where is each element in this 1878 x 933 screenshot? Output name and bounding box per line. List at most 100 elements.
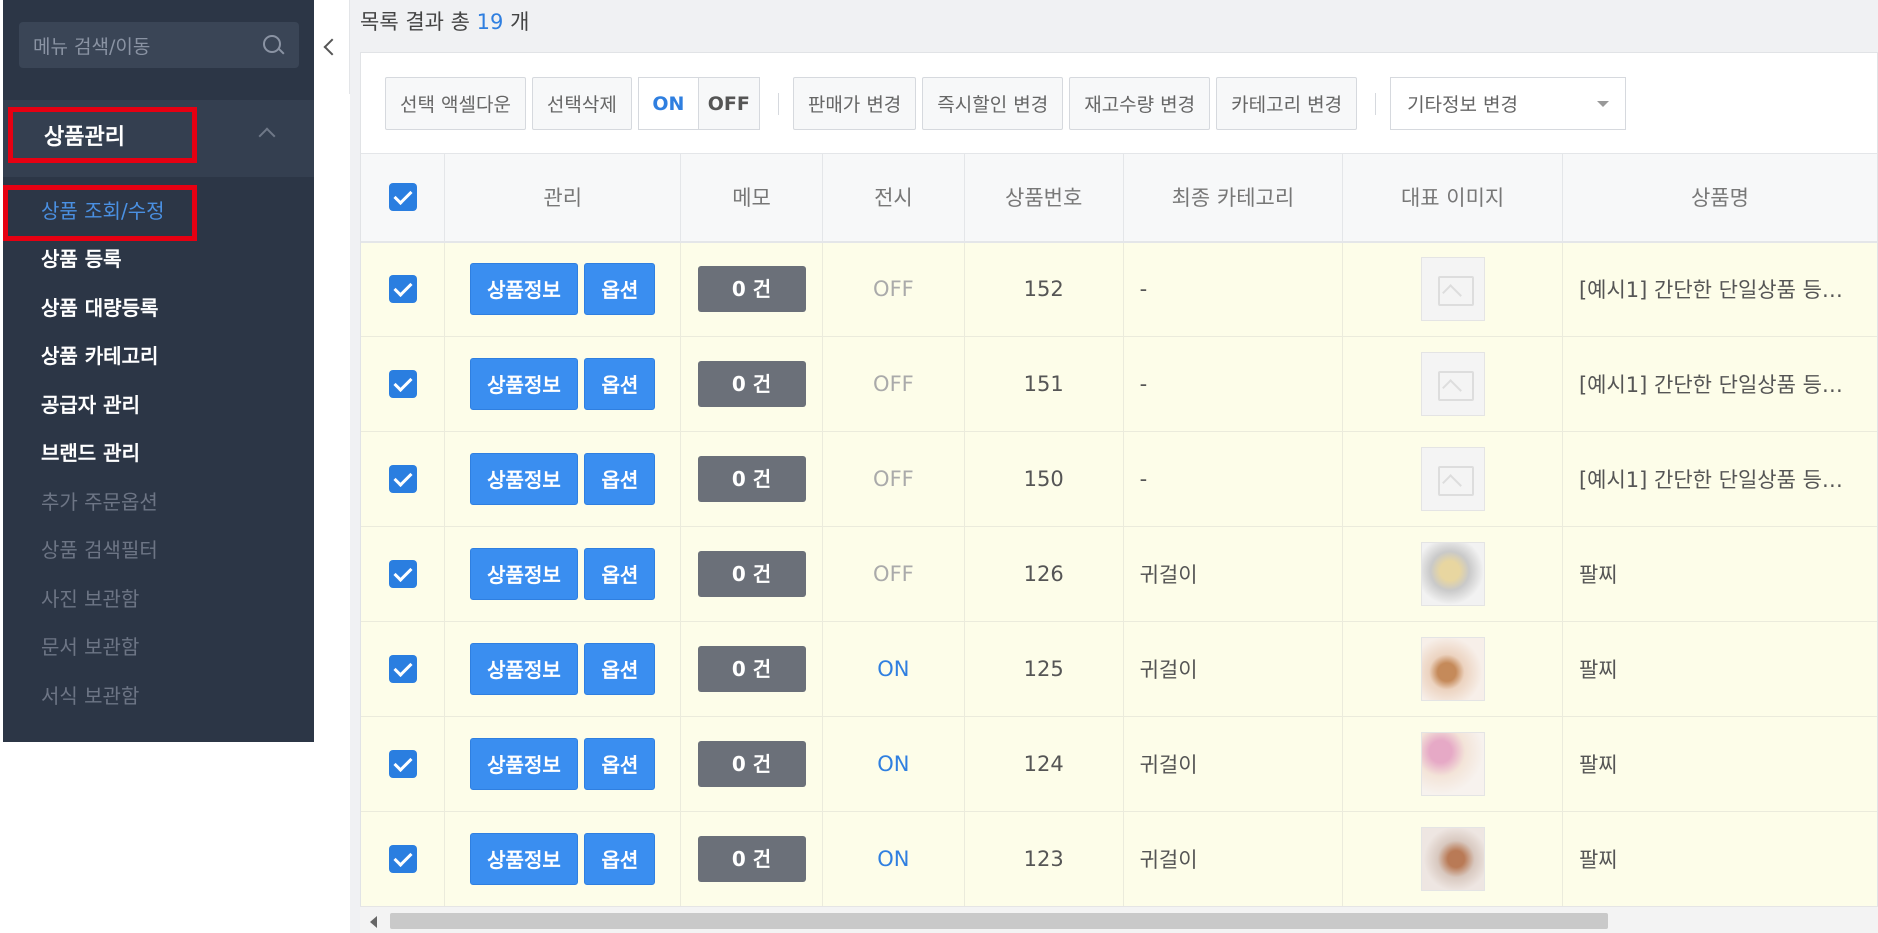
row-manage-cell: 상품정보 옵션 — [444, 621, 682, 717]
memo-button[interactable]: 0 건 — [697, 551, 806, 597]
product-thumbnail[interactable] — [1420, 257, 1485, 322]
option-button[interactable]: 옵션 — [584, 833, 656, 885]
product-info-button[interactable]: 상품정보 — [470, 548, 578, 600]
other-info-select[interactable]: 기타정보 변경 — [1390, 77, 1627, 130]
row-product-name[interactable]: 팔찌 — [1562, 716, 1877, 812]
horizontal-scrollbar[interactable] — [360, 906, 1878, 933]
row-memo-cell: 0 건 — [680, 811, 823, 907]
row-product-number: 123 — [964, 811, 1124, 907]
sidebar-item-label: 상품 등록 — [41, 247, 122, 272]
submenu: 상품 조회/수정상품 등록상품 대량등록상품 카테고리공급자 관리 브랜드 관리 추… — [3, 185, 314, 719]
row-select-cell — [361, 811, 446, 907]
product-thumbnail[interactable] — [1420, 732, 1485, 796]
change-price-button[interactable]: 판매가 변경 — [792, 77, 917, 130]
product-thumbnail[interactable] — [1420, 447, 1485, 511]
option-button[interactable]: 옵션 — [584, 263, 656, 316]
sidebar-item-2[interactable]: 상품 대량등록 — [3, 282, 314, 331]
header-image: 대표 이미지 — [1342, 153, 1563, 243]
product-info-button[interactable]: 상품정보 — [470, 738, 578, 790]
sidebar-item-3[interactable]: 상품 카테고리 — [3, 331, 314, 380]
row-product-name[interactable]: [예시1] 간단한 단일상품 등… — [1562, 431, 1877, 527]
product-list-panel: 선택 액셀다운 선택삭제 ON OFF 판매가 변경 즉시할인 변경 재고수량 … — [360, 52, 1878, 933]
row-checkbox[interactable] — [388, 370, 417, 398]
product-thumbnail[interactable] — [1420, 637, 1485, 701]
row-image-cell — [1342, 526, 1563, 622]
header-category: 최종 카테고리 — [1123, 153, 1344, 243]
row-product-name[interactable]: [예시1] 간단한 단일상품 등… — [1562, 336, 1877, 432]
row-checkbox[interactable] — [388, 560, 417, 588]
header-display: 전시 — [822, 153, 965, 243]
search-icon[interactable] — [261, 33, 285, 57]
sidebar-item-label: 사진 보관함 — [41, 586, 140, 611]
memo-button[interactable]: 0 건 — [697, 361, 806, 407]
row-product-name[interactable]: 팔찌 — [1562, 526, 1877, 622]
row-manage-cell: 상품정보 옵션 — [444, 241, 682, 337]
sidebar-item-6[interactable]: 추가 주문옵션 — [3, 476, 314, 525]
memo-button[interactable]: 0 건 — [697, 836, 806, 882]
display-off-button[interactable]: OFF — [698, 77, 760, 130]
excel-download-button[interactable]: 선택 액셀다운 — [385, 77, 526, 130]
product-thumbnail[interactable] — [1420, 827, 1485, 891]
scroll-left-icon[interactable] — [370, 916, 377, 928]
sidebar-item-0[interactable]: 상품 조회/수정 — [3, 185, 314, 241]
row-checkbox[interactable] — [388, 750, 417, 778]
main-content: 목록 결과 총 19 개 선택 액셀다운 선택삭제 ON OFF 판매가 변경 … — [350, 0, 1878, 933]
table-row: 상품정보 옵션 0 건 ON 124 귀걸이 팔찌 — [361, 716, 1877, 812]
sidebar-item-5[interactable]: 브랜드 관리 — [3, 428, 314, 477]
row-checkbox[interactable] — [388, 465, 417, 493]
toolbar: 선택 액셀다운 선택삭제 ON OFF 판매가 변경 즉시할인 변경 재고수량 … — [385, 77, 1627, 130]
display-on-button[interactable]: ON — [637, 77, 699, 130]
change-stock-button[interactable]: 재고수량 변경 — [1069, 77, 1211, 130]
header-select-all[interactable] — [361, 153, 446, 243]
row-product-name[interactable]: [예시1] 간단한 단일상품 등… — [1562, 241, 1877, 337]
row-checkbox[interactable] — [388, 275, 417, 304]
divider — [777, 92, 779, 115]
delete-selected-button[interactable]: 선택삭제 — [531, 77, 632, 130]
memo-button[interactable]: 0 건 — [697, 741, 806, 787]
select-all-checkbox[interactable] — [388, 183, 417, 212]
sidebar-item-10[interactable]: 서식 보관함 — [3, 670, 314, 719]
memo-button[interactable]: 0 건 — [697, 266, 806, 313]
row-display-status: OFF — [822, 431, 965, 527]
display-toggle: ON OFF — [637, 77, 760, 130]
option-button[interactable]: 옵션 — [584, 548, 656, 600]
option-button[interactable]: 옵션 — [584, 358, 656, 410]
sidebar-item-9[interactable]: 문서 보관함 — [3, 622, 314, 671]
row-category: 귀걸이 — [1123, 716, 1344, 812]
row-select-cell — [361, 621, 446, 717]
row-display-status: OFF — [822, 336, 965, 432]
row-category: 귀걸이 — [1123, 526, 1344, 622]
product-thumbnail[interactable] — [1420, 352, 1485, 416]
chevron-up-icon[interactable] — [258, 127, 276, 145]
sidebar-item-8[interactable]: 사진 보관함 — [3, 573, 314, 622]
product-info-button[interactable]: 상품정보 — [470, 643, 578, 695]
memo-button[interactable]: 0 건 — [697, 456, 806, 502]
row-display-status: OFF — [822, 526, 965, 622]
row-checkbox[interactable] — [388, 655, 417, 683]
sidebar-item-7[interactable]: 상품 검색필터 — [3, 525, 314, 574]
row-product-name[interactable]: 팔찌 — [1562, 811, 1877, 907]
row-display-status: ON — [822, 716, 965, 812]
menu-section-title: 상품관리 — [8, 107, 197, 163]
menu-search-input[interactable]: 메뉴 검색/이동 — [19, 22, 299, 68]
product-info-button[interactable]: 상품정보 — [470, 358, 578, 410]
product-info-button[interactable]: 상품정보 — [470, 833, 578, 885]
memo-button[interactable]: 0 건 — [697, 646, 806, 692]
product-thumbnail[interactable] — [1420, 542, 1485, 606]
sidebar-item-4[interactable]: 공급자 관리 — [3, 379, 314, 428]
row-memo-cell: 0 건 — [680, 621, 823, 717]
option-button[interactable]: 옵션 — [584, 643, 656, 695]
row-product-name[interactable]: 팔찌 — [1562, 621, 1877, 717]
menu-section-product[interactable]: 상품관리 — [3, 100, 314, 177]
option-button[interactable]: 옵션 — [584, 453, 656, 505]
sidebar-item-label: 상품 카테고리 — [41, 344, 159, 369]
change-discount-button[interactable]: 즉시할인 변경 — [922, 77, 1064, 130]
row-checkbox[interactable] — [388, 845, 417, 873]
product-info-button[interactable]: 상품정보 — [470, 263, 578, 316]
scroll-thumb[interactable] — [390, 913, 1608, 929]
sidebar-collapse-button[interactable] — [314, 0, 350, 94]
option-button[interactable]: 옵션 — [584, 738, 656, 790]
change-category-button[interactable]: 카테고리 변경 — [1216, 77, 1358, 130]
row-manage-cell: 상품정보 옵션 — [444, 716, 682, 812]
product-info-button[interactable]: 상품정보 — [470, 453, 578, 505]
